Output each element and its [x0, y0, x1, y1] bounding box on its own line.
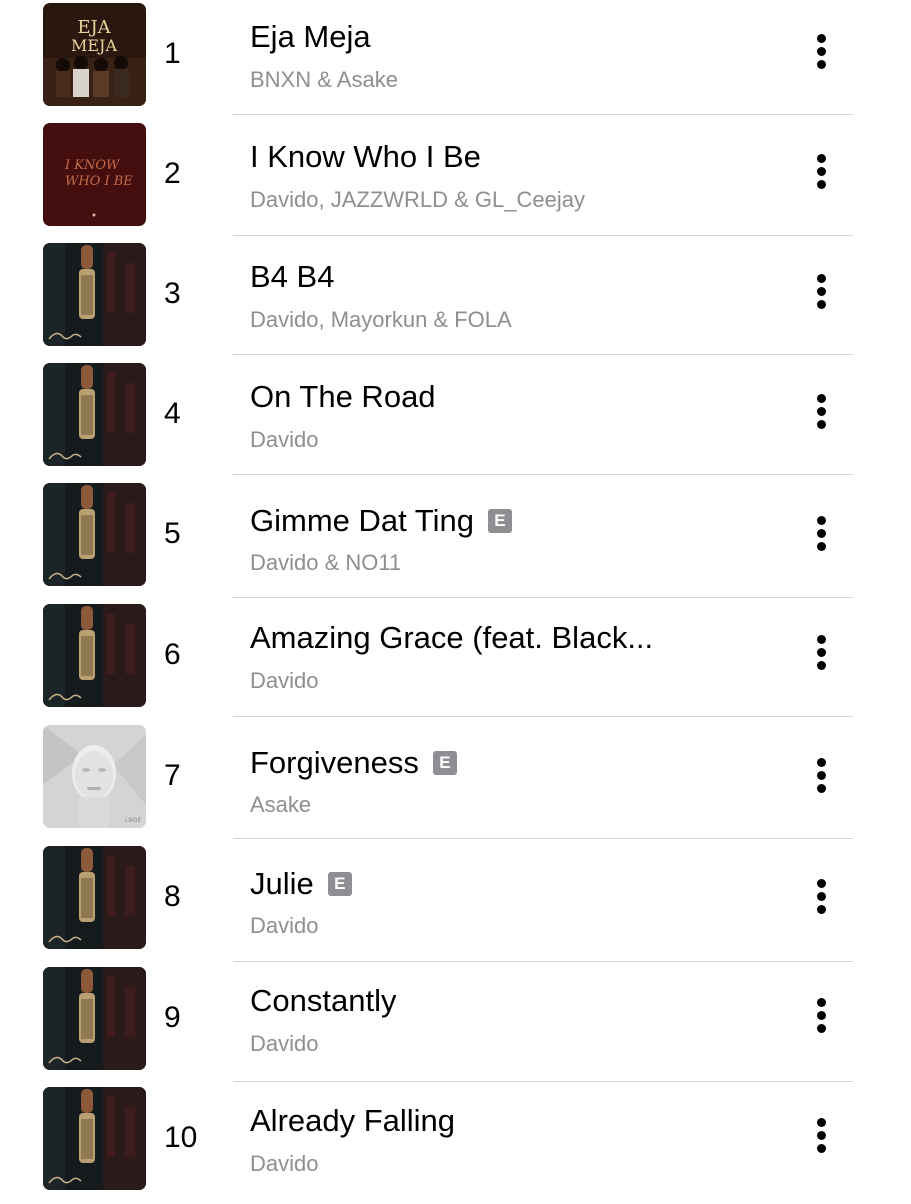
album-art[interactable]	[43, 604, 146, 707]
track-title[interactable]: Already Falling	[250, 1101, 455, 1141]
more-options-button[interactable]	[808, 758, 836, 798]
album-art[interactable]: EJA MEJA	[43, 3, 146, 106]
explicit-badge: E	[327, 872, 352, 896]
track-artist[interactable]: BNXN & Asake	[250, 66, 810, 94]
track-row[interactable]: 9 Constantly Davido	[0, 964, 911, 1084]
track-title-line: B4 B4	[250, 257, 780, 297]
track-rank: 9	[164, 1001, 181, 1034]
album-art-image	[43, 604, 146, 707]
album-art[interactable]	[43, 483, 146, 586]
track-artist[interactable]: Davido, Mayorkun & FOLA	[250, 306, 810, 334]
track-title-line: Eja Meja	[250, 17, 780, 57]
track-row[interactable]: EJA MEJA 1 Eja Meja BNXN & Asake	[0, 0, 911, 120]
track-artist[interactable]: Asake	[250, 791, 810, 819]
more-options-button[interactable]	[808, 274, 836, 314]
track-row[interactable]: 8 Julie E Davido	[0, 843, 911, 963]
album-art[interactable]	[43, 363, 146, 466]
svg-text:EJA: EJA	[77, 17, 111, 38]
explicit-badge: E	[487, 509, 512, 533]
track-rank: 6	[164, 638, 181, 671]
track-rank: 8	[164, 880, 181, 913]
row-separator	[233, 235, 853, 236]
track-rank: 1	[164, 37, 181, 70]
album-art-image	[43, 967, 146, 1070]
svg-text:LNGE: LNGE	[125, 817, 141, 824]
album-art[interactable]	[43, 846, 146, 949]
track-title-line: Amazing Grace (feat. Black...	[250, 618, 780, 658]
more-options-button[interactable]	[808, 394, 836, 434]
track-title[interactable]: Amazing Grace (feat. Black...	[250, 618, 653, 658]
more-options-button[interactable]	[808, 635, 836, 675]
track-title-line: I Know Who I Be	[250, 137, 780, 177]
album-art-image: LNGE	[43, 725, 146, 828]
track-title[interactable]: Gimme Dat Ting	[250, 501, 474, 541]
track-rank: 7	[164, 759, 181, 792]
album-art-image: I KNOWWHO I BE	[43, 123, 146, 226]
track-title[interactable]: I Know Who I Be	[250, 137, 481, 177]
track-title[interactable]: Constantly	[250, 981, 396, 1021]
track-title[interactable]: Eja Meja	[250, 17, 371, 57]
track-row[interactable]: 10 Already Falling Davido	[0, 1084, 911, 1204]
row-separator	[233, 114, 853, 115]
row-separator	[233, 961, 853, 962]
row-separator	[233, 1081, 853, 1082]
more-options-button[interactable]	[808, 154, 836, 194]
album-art-image	[43, 243, 146, 346]
track-title-line: On The Road	[250, 377, 780, 417]
album-art[interactable]: LNGE	[43, 725, 146, 828]
track-rank: 3	[164, 277, 181, 310]
track-title[interactable]: B4 B4	[250, 257, 334, 297]
track-artist[interactable]: Davido & NO11	[250, 549, 810, 577]
track-title[interactable]: Julie	[250, 864, 314, 904]
track-artist[interactable]: Davido	[250, 667, 810, 695]
track-row[interactable]: 5 Gimme Dat Ting E Davido & NO11	[0, 480, 911, 600]
more-options-button[interactable]	[808, 1118, 836, 1158]
track-title-line: Gimme Dat Ting E	[250, 501, 780, 541]
track-artist[interactable]: Davido	[250, 1150, 810, 1178]
svg-text:WHO I BE: WHO I BE	[65, 174, 133, 189]
explicit-badge: E	[432, 751, 457, 775]
track-row[interactable]: 4 On The Road Davido	[0, 360, 911, 480]
more-options-button[interactable]	[808, 34, 836, 74]
track-rank: 4	[164, 397, 181, 430]
track-rank: 10	[164, 1121, 198, 1154]
row-separator	[233, 716, 853, 717]
svg-text:I KNOW: I KNOW	[64, 158, 121, 173]
track-artist[interactable]: Davido	[250, 1030, 810, 1058]
track-row[interactable]: LNGE 7 Forgiveness E Asake	[0, 722, 911, 842]
track-title-line: Forgiveness E	[250, 743, 780, 783]
album-art-image	[43, 846, 146, 949]
album-art[interactable]	[43, 1087, 146, 1190]
album-art[interactable]	[43, 967, 146, 1070]
track-title-line: Already Falling	[250, 1101, 780, 1141]
more-options-button[interactable]	[808, 516, 836, 556]
track-artist[interactable]: Davido, JAZZWRLD & GL_Ceejay	[250, 186, 810, 214]
album-art-image: EJAMEJA	[43, 3, 146, 106]
svg-text:MEJA: MEJA	[71, 36, 117, 55]
track-row[interactable]: I KNOW WHO I BE 2 I Know Who I Be Davido, JA…	[0, 120, 911, 240]
row-separator	[233, 838, 853, 839]
album-art-image	[43, 363, 146, 466]
more-options-button[interactable]	[808, 879, 836, 919]
track-title-line: Julie E	[250, 864, 780, 904]
track-artist[interactable]: Davido	[250, 912, 810, 940]
track-row[interactable]: 6 Amazing Grace (feat. Black... Davido	[0, 601, 911, 721]
track-list: EJA MEJA 1 Eja Meja BNXN & Asake I KNOW WHO I …	[0, 0, 911, 1200]
track-title[interactable]: Forgiveness	[250, 743, 419, 783]
track-row[interactable]: 3 B4 B4 Davido, Mayorkun & FOLA	[0, 240, 911, 360]
album-art[interactable]	[43, 243, 146, 346]
album-art-image	[43, 483, 146, 586]
row-separator	[233, 354, 853, 355]
album-art-image	[43, 1087, 146, 1190]
track-rank: 2	[164, 157, 181, 190]
track-rank: 5	[164, 517, 181, 550]
album-art[interactable]: I KNOW WHO I BE	[43, 123, 146, 226]
track-artist[interactable]: Davido	[250, 426, 810, 454]
track-title[interactable]: On The Road	[250, 377, 436, 417]
row-separator	[233, 597, 853, 598]
row-separator	[233, 474, 853, 475]
more-options-button[interactable]	[808, 998, 836, 1038]
track-title-line: Constantly	[250, 981, 780, 1021]
